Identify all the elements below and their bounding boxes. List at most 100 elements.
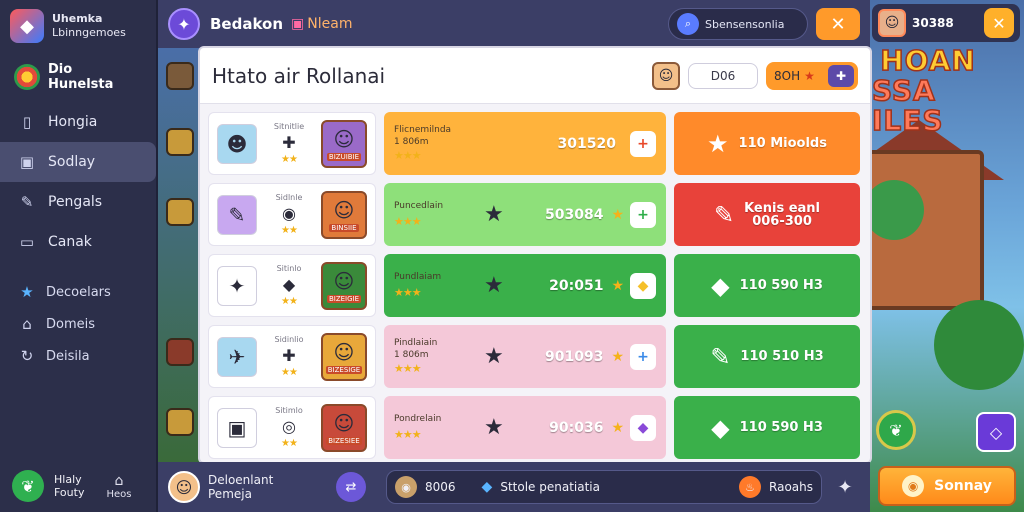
item-card[interactable]: ✈ Sidinlio ✚ ★★ ☺ BIZESIGE [208, 325, 376, 388]
close-icon: ✕ [992, 13, 1006, 33]
character-portrait: ☺ BIZESIGE [320, 332, 367, 381]
offer-item-icon: ★ [484, 202, 504, 227]
pin-button[interactable]: ✦ [830, 472, 860, 502]
close-button[interactable]: ✕ [816, 8, 860, 40]
reward-text: 110 Mioolds [738, 136, 827, 151]
sidebar-subitem-deisila[interactable]: ↻ Deisila [0, 340, 156, 372]
star-icon: ★ [611, 419, 624, 436]
diamond-button[interactable]: ◇ [976, 412, 1016, 452]
scene-tile [166, 62, 194, 90]
ingredient-icon: ✚ [282, 133, 296, 152]
reward-text: 110 510 H3 [740, 349, 824, 364]
user-avatar[interactable]: ☺ [168, 471, 200, 503]
add-currency-button[interactable]: ✚ [828, 64, 854, 87]
sonnay-button[interactable]: ◉ Sonnay [878, 466, 1016, 506]
sidebar-subitem-decoelars[interactable]: ★ Decoelars [0, 276, 156, 308]
offer-action-button[interactable]: ◆ [630, 414, 656, 441]
reward-icon: ★ [707, 129, 729, 158]
fire-label: Raoahs [769, 480, 813, 494]
sidebar: ◆ Uhemka Lbinngemoes Dio Hunelsta ▯ Hong… [0, 0, 158, 512]
offer-card[interactable]: Pondrelain ★★★ ★ 90:036 ★ ◆ [384, 396, 666, 459]
scene-tile [166, 408, 194, 436]
offer-name: Pindlaiain [394, 338, 438, 348]
offer-list: ☻ Sitnitlie ✚ ★★ ☺ BIZUIBIE Flicnemilnda… [200, 104, 870, 462]
offer-item-icon: ★ [484, 344, 504, 369]
sidebar-footer: ❦ Hlaly Fouty ⌂ Heos [0, 460, 156, 512]
currency-display[interactable]: 8OH ★ ✚ [766, 61, 858, 90]
search-icon: ⌕ [677, 13, 699, 35]
pin-icon: ✎ [20, 193, 34, 211]
offer-name: Pundlaiam [394, 272, 442, 282]
offer-item-icon: ★ [484, 415, 504, 440]
reward-card[interactable]: ✎ Kenis eanl 006-300 [674, 183, 860, 246]
item-icon: ▣ [217, 407, 257, 448]
offer-name: Flicnemilnda [394, 125, 452, 135]
ingredient-icon: ◎ [282, 417, 296, 436]
sidebar-item-hongia[interactable]: ▯ Hongia [0, 102, 156, 142]
sidebar-subitem-label: Deisila [46, 348, 90, 364]
sidebar-item-label: Canak [48, 234, 92, 250]
sonnay-label: Sonnay [934, 478, 992, 494]
bush [934, 300, 1024, 390]
offer-action-button[interactable]: ◆ [630, 272, 656, 299]
reward-card[interactable]: ✎ 110 510 H3 [674, 325, 860, 388]
offer-row: ✎ Sidlnle ◉ ★★ ☺ BINSIIE Puncedlain ★★★ … [208, 179, 862, 250]
top-title: Bedakon [210, 15, 284, 33]
sidebar-item-canak[interactable]: ▭ Canak [0, 222, 156, 262]
sidebar-item-sodlay[interactable]: ▣ Sodlay [0, 142, 156, 182]
offer-row: ☻ Sitnitlie ✚ ★★ ☺ BIZUIBIE Flicnemilnda… [208, 108, 862, 179]
item-card[interactable]: ✎ Sidlnle ◉ ★★ ☺ BINSIIE [208, 183, 376, 246]
sidebar-item-label: Pengals [48, 194, 103, 210]
fire-icon: ♨ [739, 476, 762, 498]
item-card[interactable]: ▣ Sitimlo ◎ ★★ ☺ BIZESIEE [208, 396, 376, 459]
status-close-button[interactable]: ✕ [984, 8, 1014, 38]
star-rating: ★★ [281, 154, 298, 165]
sidebar-profile[interactable]: Dio Hunelsta [0, 52, 156, 102]
item-label: Sitinlo [276, 264, 302, 273]
offer-action-button[interactable]: + [630, 130, 656, 157]
panel-avatar[interactable]: ☺ [652, 61, 680, 90]
reward-card[interactable]: ◆ 110 590 H3 [674, 254, 860, 317]
sidebar-item-pengals[interactable]: ✎ Pengals [0, 182, 156, 222]
character-portrait: ☺ BIZUIBIE [320, 119, 367, 168]
coin-count: 8006 [425, 480, 456, 494]
offer-card[interactable]: Pundlaiam ★★★ ★ 20:051 ★ ◆ [384, 254, 666, 317]
player-avatar[interactable]: ☺ [878, 9, 906, 37]
swap-button[interactable]: ⇄ [336, 472, 366, 502]
offer-card[interactable]: Puncedlain ★★★ ★ 503084 ★ + [384, 183, 666, 246]
star-icon: ★ [611, 206, 624, 223]
item-card[interactable]: ✦ Sitinlo ◆ ★★ ☺ BIZEIGIE [208, 254, 376, 317]
reward-card[interactable]: ★ 110 Mioolds [674, 112, 860, 175]
offer-card[interactable]: Pindlaiain 1 806m ★★★ ★ 901093 ★ + [384, 325, 666, 388]
currency-value: 8OH [774, 68, 801, 83]
player-count: 30388 [912, 16, 954, 30]
chat-icon: ▭ [19, 233, 35, 251]
star-icon: ★ [20, 283, 34, 301]
search-field[interactable]: ⌕ Sbensensonlia [668, 8, 808, 40]
item-icon: ✈ [217, 336, 257, 377]
sidebar-subitem-domeis[interactable]: ⌂ Domeis [0, 308, 156, 340]
leaf-icon[interactable]: ❦ [12, 470, 44, 502]
footer-home-button[interactable]: ⌂ Heos [106, 473, 131, 500]
reward-text: 110 590 H3 [739, 420, 823, 435]
cycle-icon: ↻ [20, 347, 34, 365]
character-icon: ☺ [333, 339, 355, 364]
item-icon: ☻ [217, 123, 257, 164]
pin-icon: ✦ [837, 476, 853, 498]
offer-card[interactable]: Flicnemilnda 1 806m ★★★ 301520 + [384, 112, 666, 175]
brand[interactable]: ◆ Uhemka Lbinngemoes [0, 0, 156, 52]
offer-action-button[interactable]: + [630, 201, 656, 228]
reward-card[interactable]: ◆ 110 590 H3 [674, 396, 860, 459]
diamond-icon: ◇ [989, 422, 1003, 442]
offer-action-button[interactable]: + [630, 343, 656, 370]
sidebar-item-label: Hongia [48, 114, 98, 130]
character-icon: ☺ [333, 126, 355, 151]
item-card[interactable]: ☻ Sitnitlie ✚ ★★ ☺ BIZUIBIE [208, 112, 376, 175]
reward-icon: ◆ [711, 271, 730, 300]
item-label: Sidlnle [275, 193, 303, 202]
shop-round-button[interactable]: ❦ [876, 410, 916, 450]
coin-icon: ◉ [395, 476, 417, 498]
sidebar-subitem-label: Domeis [46, 316, 96, 332]
app-logo-icon[interactable]: ✦ [168, 8, 200, 40]
brand-tagline: Lbinngemoes [52, 26, 126, 39]
